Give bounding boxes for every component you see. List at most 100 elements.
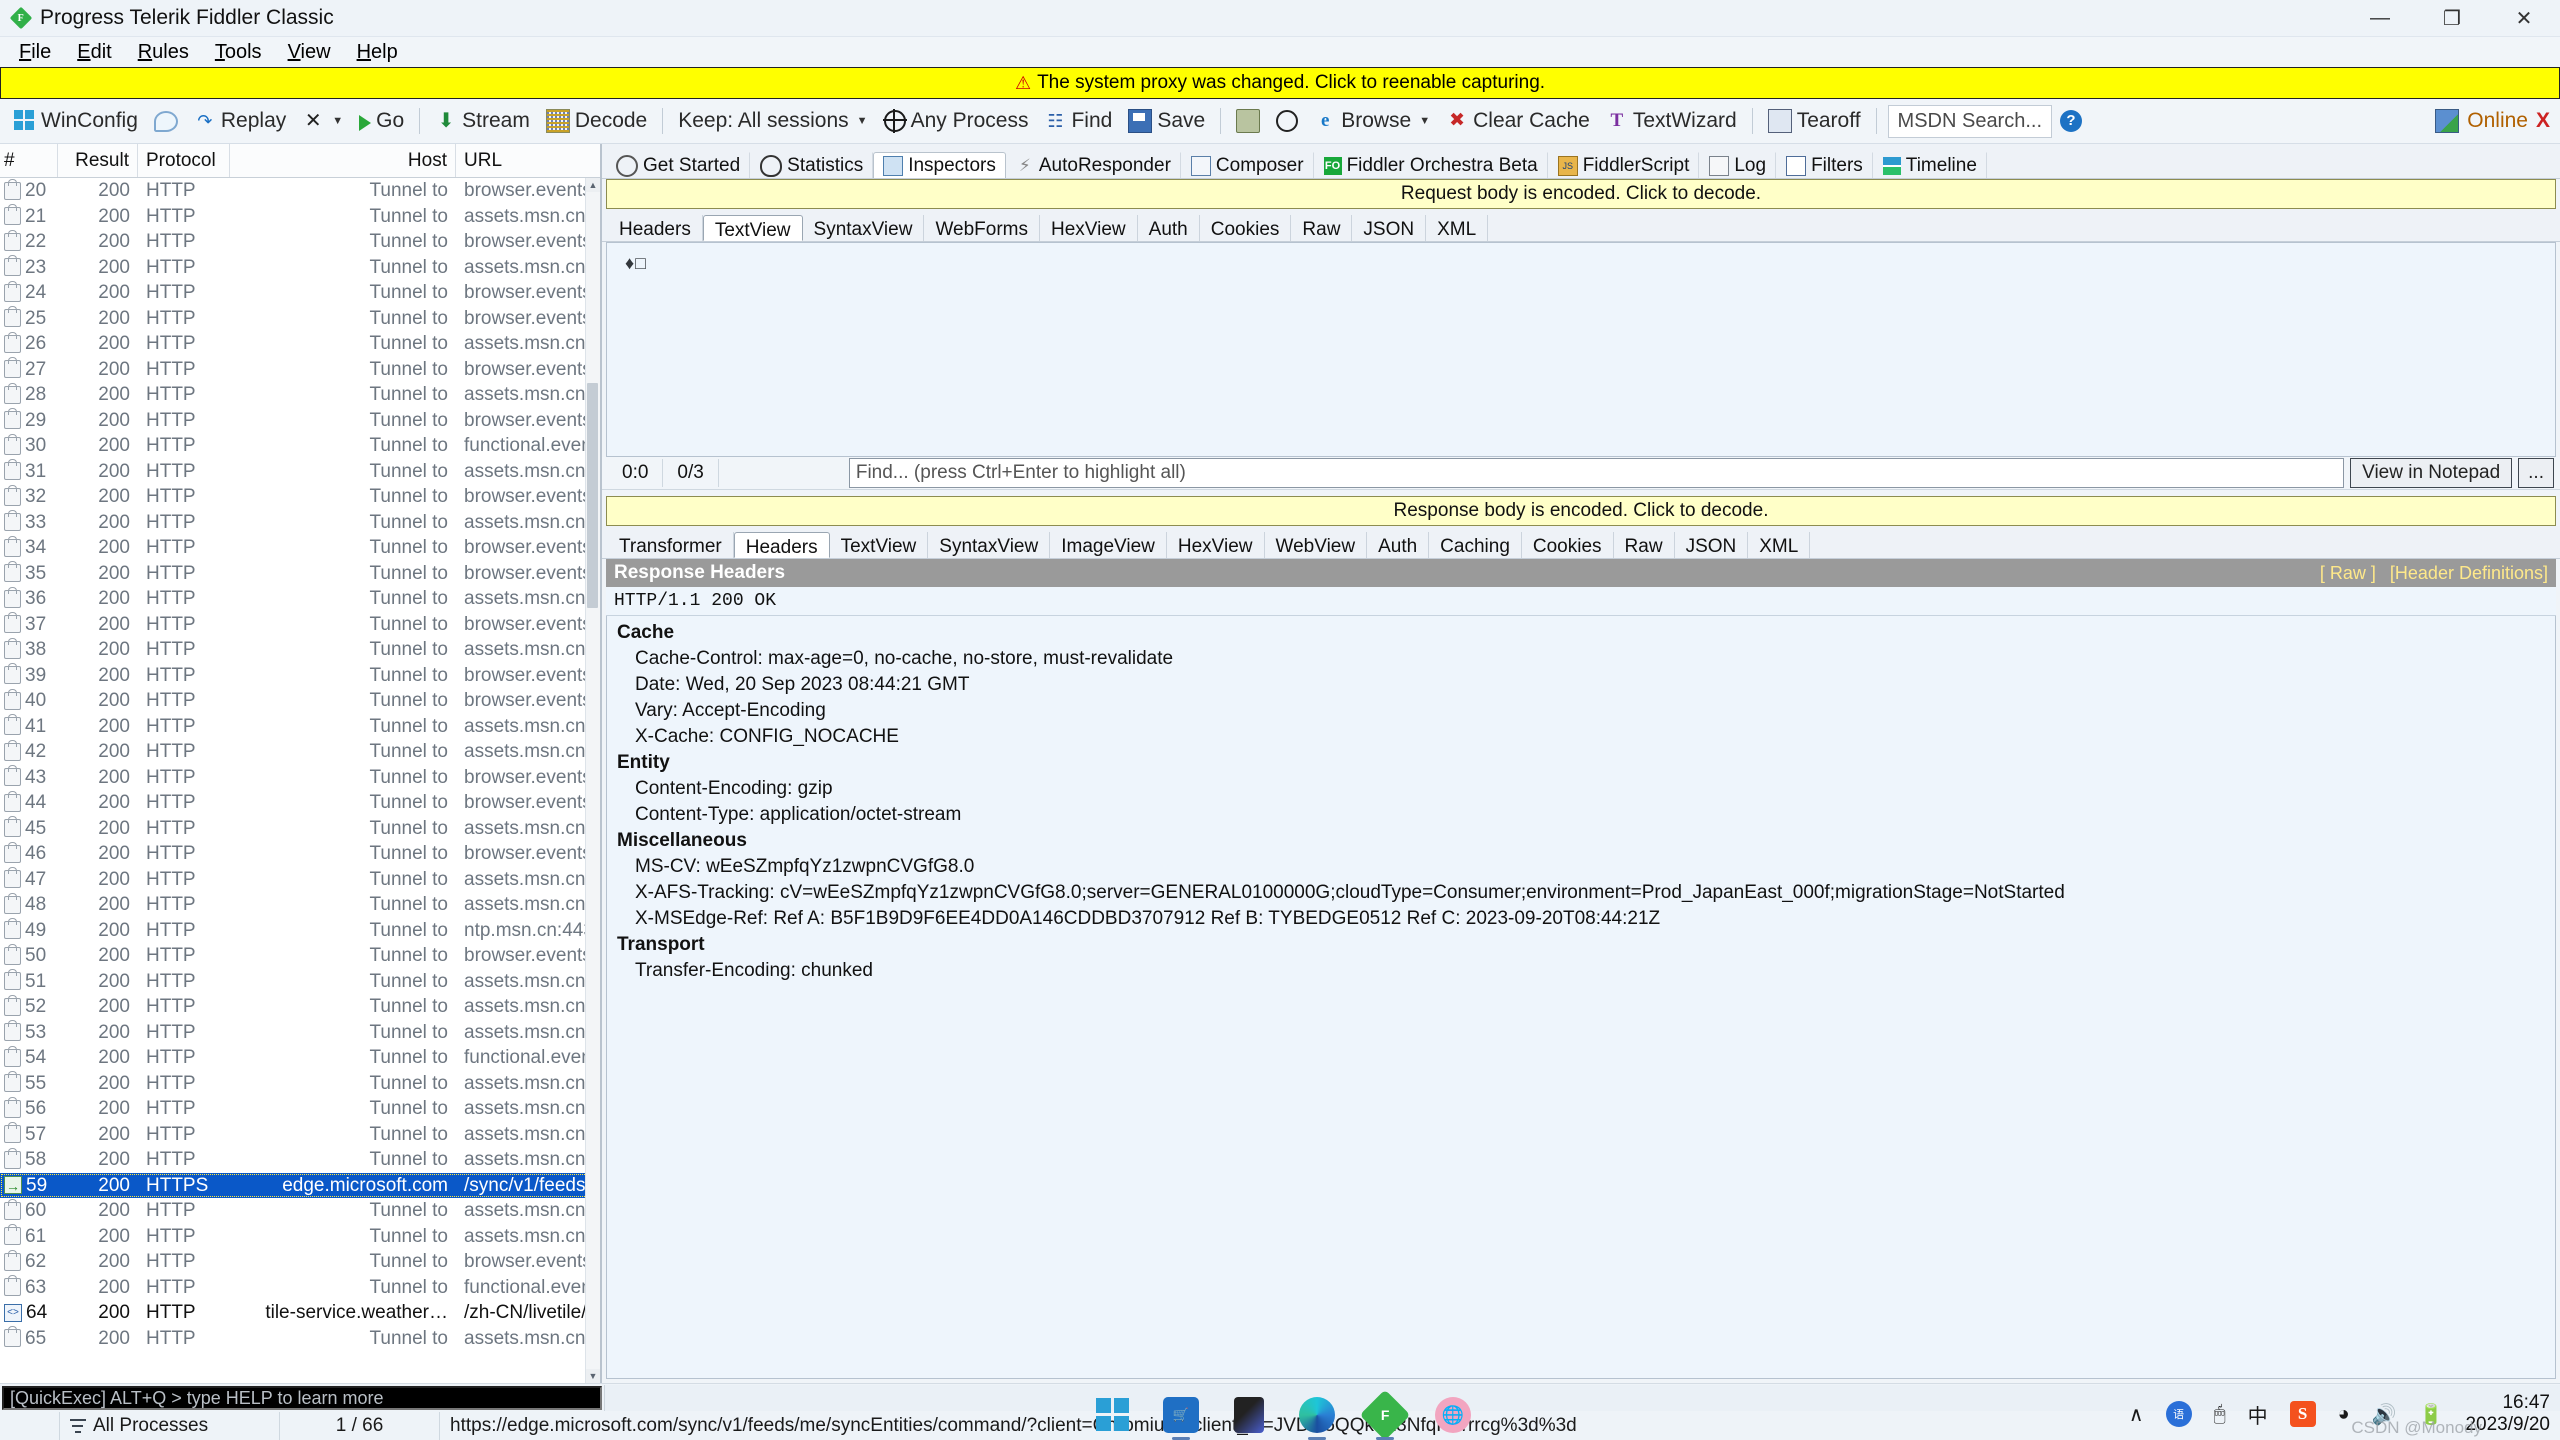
tab-composer[interactable]: Composer <box>1181 152 1314 178</box>
table-row[interactable]: 39 200 HTTP Tunnel to browser.events.data. <box>0 663 600 689</box>
table-row[interactable]: 48 200 HTTP Tunnel to assets.msn.cn:443 <box>0 892 600 918</box>
raw-link[interactable]: [ Raw ] <box>2320 563 2376 584</box>
table-row[interactable]: 52 200 HTTP Tunnel to assets.msn.cn:443 <box>0 994 600 1020</box>
textwizard-button[interactable]: T TextWizard <box>1598 105 1745 137</box>
response-tab-json[interactable]: JSON <box>1675 532 1749 558</box>
remove-button[interactable]: ✕ ▼ <box>294 106 351 136</box>
table-row[interactable]: 58 200 HTTP Tunnel to assets.msn.cn:443 <box>0 1147 600 1173</box>
table-row[interactable]: 20 200 HTTP Tunnel to browser.events.data. <box>0 178 600 204</box>
response-tab-auth[interactable]: Auth <box>1367 532 1430 558</box>
timer-button[interactable] <box>1268 106 1306 136</box>
request-tab-bar[interactable]: Headers TextView SyntaxView WebForms HexView… <box>602 209 2560 242</box>
table-row[interactable]: 30 200 HTTP Tunnel to functional.events.dat <box>0 433 600 459</box>
table-row[interactable]: 65 200 HTTP Tunnel to assets.msn.cn:443 <box>0 1326 600 1352</box>
request-tab-raw[interactable]: Raw <box>1291 215 1353 241</box>
browse-button[interactable]: e Browse ▼ <box>1306 105 1438 137</box>
tab-inspectors[interactable]: Inspectors <box>873 152 1006 178</box>
table-row[interactable]: 32 200 HTTP Tunnel to browser.events.data. <box>0 484 600 510</box>
menu-rules[interactable]: Rules <box>125 38 202 67</box>
go-button[interactable]: Go <box>351 105 412 137</box>
main-tab-bar[interactable]: Get Started Statistics Inspectors ⚡ AutoResp… <box>602 144 2560 179</box>
table-row[interactable]: 46 200 HTTP Tunnel to browser.events.data. <box>0 841 600 867</box>
keep-sessions-dropdown[interactable]: Keep: All sessions ▼ <box>670 105 875 137</box>
menu-view[interactable]: View <box>275 38 344 67</box>
response-tab-caching[interactable]: Caching <box>1429 532 1522 558</box>
request-tab-webforms[interactable]: WebForms <box>924 215 1041 241</box>
table-row[interactable]: 28 200 HTTP Tunnel to assets.msn.cn:443 <box>0 382 600 408</box>
table-row[interactable]: 33 200 HTTP Tunnel to assets.msn.cn:443 <box>0 510 600 536</box>
decode-button[interactable]: Decode <box>538 105 655 137</box>
response-tab-syntaxview[interactable]: SyntaxView <box>928 532 1051 558</box>
table-row[interactable]: 42 200 HTTP Tunnel to assets.msn.cn:443 <box>0 739 600 765</box>
scroll-down-icon[interactable]: ▼ <box>586 1369 600 1383</box>
any-process-button[interactable]: Any Process <box>876 105 1037 137</box>
table-row[interactable]: 45 200 HTTP Tunnel to assets.msn.cn:443 <box>0 816 600 842</box>
capture-status-cell[interactable] <box>0 1412 60 1440</box>
tab-log[interactable]: Log <box>1699 152 1777 178</box>
request-tab-cookies[interactable]: Cookies <box>1200 215 1292 241</box>
column-header-url[interactable]: URL <box>456 144 600 177</box>
table-row[interactable]: 50 200 HTTP Tunnel to browser.events.data. <box>0 943 600 969</box>
header-line[interactable]: Content-Type: application/octet-stream <box>607 802 2555 828</box>
msdn-search-input[interactable]: MSDN Search... <box>1887 104 2053 138</box>
table-row[interactable]: 21 200 HTTP Tunnel to assets.msn.cn:443 <box>0 204 600 230</box>
request-tab-syntaxview[interactable]: SyntaxView <box>803 215 925 241</box>
column-header-protocol[interactable]: Protocol <box>138 144 230 177</box>
scrollbar-thumb[interactable] <box>587 383 598 608</box>
request-tab-textview[interactable]: TextView <box>702 215 803 241</box>
tab-fiddlerscript[interactable]: JS FiddlerScript <box>1548 152 1700 178</box>
tab-fiddler-orchestra-beta[interactable]: FO Fiddler Orchestra Beta <box>1314 152 1548 178</box>
sessions-scrollbar[interactable]: ▲ ▼ <box>585 178 600 1383</box>
request-body-view[interactable]: ♦□ <box>606 242 2556 457</box>
table-row[interactable]: 24 200 HTTP Tunnel to browser.events.data. <box>0 280 600 306</box>
help-button[interactable]: ? <box>2052 106 2090 136</box>
header-line[interactable]: X-AFS-Tracking: cV=wEeSZmpfqYz1zwpnCVGfG… <box>607 880 2555 906</box>
stream-button[interactable]: ⬇ Stream <box>427 105 538 137</box>
online-label[interactable]: Online <box>2467 109 2528 133</box>
table-row[interactable]: 37 200 HTTP Tunnel to browser.events.data. <box>0 612 600 638</box>
proxy-change-notification[interactable]: ⚠ The system proxy was changed. Click to… <box>0 67 2560 99</box>
table-row[interactable]: 49 200 HTTP Tunnel to ntp.msn.cn:443 <box>0 918 600 944</box>
response-tab-xml[interactable]: XML <box>1748 532 1811 558</box>
table-row[interactable]: 25 200 HTTP Tunnel to browser.events.data. <box>0 306 600 332</box>
replay-button[interactable]: ↷ Replay <box>186 105 294 137</box>
scroll-up-icon[interactable]: ▲ <box>586 178 600 192</box>
response-tab-raw[interactable]: Raw <box>1614 532 1675 558</box>
table-row[interactable]: 54 200 HTTP Tunnel to functional.events.dat <box>0 1045 600 1071</box>
table-row[interactable]: 55 200 HTTP Tunnel to assets.msn.cn:443 <box>0 1071 600 1097</box>
request-tab-xml[interactable]: XML <box>1426 215 1489 241</box>
menu-help[interactable]: Help <box>344 38 411 67</box>
table-row[interactable]: 36 200 HTTP Tunnel to assets.msn.cn:443 <box>0 586 600 612</box>
header-line[interactable]: X-Cache: CONFIG_NOCACHE <box>607 724 2555 750</box>
quickexec-input[interactable]: [QuickExec] ALT+Q > type HELP to learn m… <box>2 1386 602 1410</box>
response-tab-transformer[interactable]: Transformer <box>608 532 734 558</box>
response-tab-imageview[interactable]: ImageView <box>1050 532 1167 558</box>
table-row[interactable]: 57 200 HTTP Tunnel to assets.msn.cn:443 <box>0 1122 600 1148</box>
table-row[interactable]: 47 200 HTTP Tunnel to assets.msn.cn:443 <box>0 867 600 893</box>
close-button[interactable]: ✕ <box>2488 0 2560 36</box>
header-line[interactable]: Cache-Control: max-age=0, no-cache, no-s… <box>607 646 2555 672</box>
response-tab-cookies[interactable]: Cookies <box>1522 532 1614 558</box>
table-row[interactable]: 35 200 HTTP Tunnel to browser.events.data. <box>0 561 600 587</box>
table-row[interactable]: 62 200 HTTP Tunnel to browser.events.data. <box>0 1249 600 1275</box>
header-line[interactable]: Date: Wed, 20 Sep 2023 08:44:21 GMT <box>607 672 2555 698</box>
view-in-notepad-button[interactable]: View in Notepad <box>2350 458 2513 488</box>
table-row[interactable]: 40 200 HTTP Tunnel to browser.events.data. <box>0 688 600 714</box>
request-tab-headers[interactable]: Headers <box>608 215 703 241</box>
process-filter-cell[interactable]: All Processes <box>60 1412 280 1440</box>
tab-statistics[interactable]: Statistics <box>750 152 874 178</box>
response-tab-hexview[interactable]: HexView <box>1167 532 1265 558</box>
header-definitions-link[interactable]: [Header Definitions] <box>2390 563 2548 584</box>
minimize-button[interactable]: — <box>2344 0 2416 36</box>
table-row[interactable]: 38 200 HTTP Tunnel to assets.msn.cn:443 <box>0 637 600 663</box>
table-row[interactable]: 51 200 HTTP Tunnel to assets.msn.cn:443 <box>0 969 600 995</box>
find-button[interactable]: ☷ Find <box>1036 105 1120 137</box>
save-button[interactable]: Save <box>1120 105 1213 137</box>
response-encoded-banner[interactable]: Response body is encoded. Click to decod… <box>606 496 2556 526</box>
tab-get-started[interactable]: Get Started <box>606 152 751 178</box>
header-line[interactable]: MS-CV: wEeSZmpfqYz1zwpnCVGfG8.0 <box>607 854 2555 880</box>
menu-file[interactable]: File <box>6 38 64 67</box>
table-row[interactable]: 53 200 HTTP Tunnel to assets.msn.cn:443 <box>0 1020 600 1046</box>
menu-edit[interactable]: Edit <box>64 38 124 67</box>
table-row[interactable]: 23 200 HTTP Tunnel to assets.msn.cn:443 <box>0 255 600 281</box>
